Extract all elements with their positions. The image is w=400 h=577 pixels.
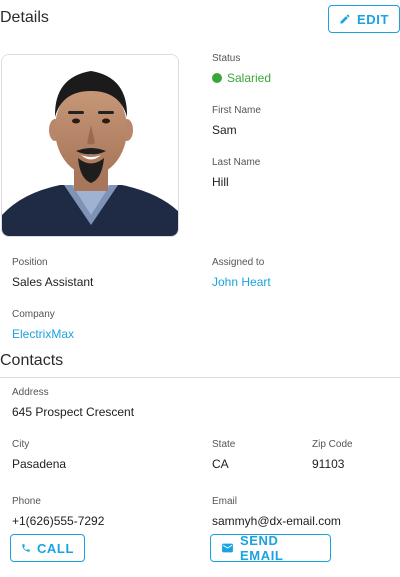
contacts-title: Contacts: [0, 352, 64, 369]
last-name-field: Last Name Hill: [212, 157, 260, 189]
last-name-value: Hill: [212, 175, 229, 189]
edit-button-label: EDIT: [356, 11, 389, 27]
city-label: City: [12, 439, 30, 450]
phone-value: +1(626)555-7292: [12, 514, 105, 528]
employee-photo: [1, 54, 179, 237]
call-button-label: CALL: [36, 540, 74, 556]
send-email-button-label: SEND EMAIL: [240, 533, 284, 563]
email-label: Email: [212, 496, 238, 507]
city-field: City Pasadena: [12, 439, 66, 471]
send-email-button[interactable]: SEND EMAIL: [210, 533, 331, 563]
first-name-field: First Name Sam: [212, 105, 261, 137]
position-label: Position: [12, 257, 48, 268]
company-label: Company: [12, 309, 55, 320]
first-name-label: First Name: [212, 105, 261, 116]
address-label: Address: [12, 387, 49, 398]
zip-field: Zip Code 91103: [312, 439, 353, 471]
phone-icon: [22, 544, 30, 552]
status-dot: [212, 73, 222, 83]
last-name-label: Last Name: [212, 157, 261, 168]
phone-label: Phone: [12, 496, 41, 507]
assigned-to-field: Assigned to John Heart: [212, 257, 271, 289]
edit-button[interactable]: EDIT: [328, 5, 400, 33]
email-value: sammyh@dx-email.com: [212, 514, 341, 528]
status-label: Status: [212, 53, 241, 64]
pencil-icon: [340, 14, 350, 24]
email-icon: [222, 543, 233, 553]
address-value: 645 Prospect Crescent: [12, 405, 135, 419]
city-value: Pasadena: [12, 457, 67, 471]
position-value: Sales Assistant: [12, 275, 94, 289]
status-value: Salaried: [212, 71, 271, 85]
position-field: Position Sales Assistant: [12, 257, 93, 289]
contacts-divider: [0, 377, 400, 378]
company-field: Company ElectrixMax: [12, 309, 74, 341]
state-field: State CA: [212, 439, 235, 471]
assigned-to-link[interactable]: John Heart: [212, 275, 271, 289]
state-label: State: [212, 439, 236, 450]
first-name-value: Sam: [212, 123, 237, 137]
address-field: Address 645 Prospect Crescent: [12, 387, 134, 419]
state-value: CA: [212, 457, 229, 471]
details-title: Details: [0, 9, 49, 26]
email-field: Email sammyh@dx-email.com: [212, 496, 341, 528]
phone-field: Phone +1(626)555-7292: [12, 496, 104, 528]
assigned-to-label: Assigned to: [212, 257, 265, 268]
zip-value: 91103: [312, 457, 345, 471]
company-link[interactable]: ElectrixMax: [12, 327, 74, 341]
call-button[interactable]: CALL: [10, 534, 85, 562]
status-text: Salaried: [227, 71, 272, 85]
zip-label: Zip Code: [312, 439, 353, 450]
status-field: Status Salaried: [212, 53, 271, 85]
